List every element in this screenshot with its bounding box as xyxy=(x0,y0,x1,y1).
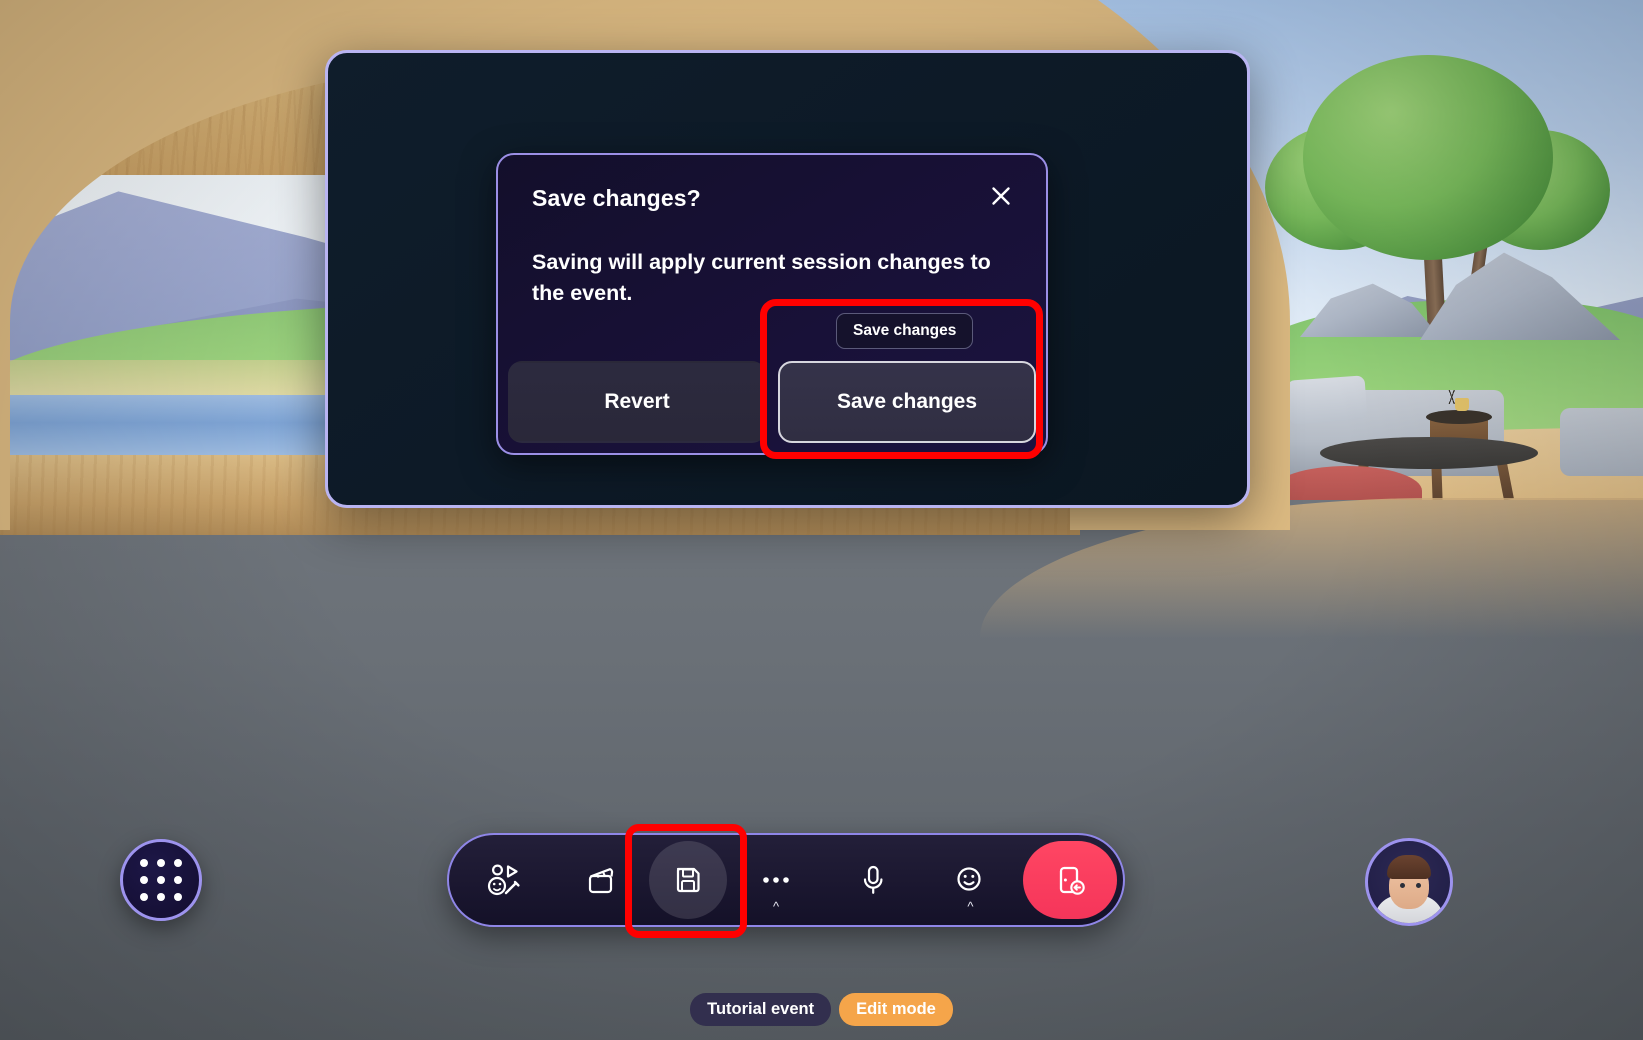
sofa-cushion xyxy=(1286,375,1368,425)
event-name-badge: Tutorial event xyxy=(690,993,832,1026)
avatar[interactable] xyxy=(1365,838,1453,926)
avatar-emoji-icon xyxy=(487,864,520,896)
avatar-eye xyxy=(1416,883,1421,888)
toolbar-more-button[interactable]: ^ xyxy=(727,841,824,919)
avatar-eye xyxy=(1400,883,1405,888)
coffee-table xyxy=(1320,437,1538,469)
apps-grid-button[interactable] xyxy=(120,839,202,921)
save-changes-button[interactable]: Save changes xyxy=(778,361,1036,443)
cup xyxy=(1455,398,1469,411)
side-table-top xyxy=(1426,410,1492,424)
toolbar-save-button[interactable] xyxy=(649,841,728,919)
avatar-hair xyxy=(1387,855,1431,879)
grid-dots-icon xyxy=(140,859,182,901)
sofa-right xyxy=(1560,408,1643,476)
immersive-toolbar: ^ ^ xyxy=(447,833,1125,927)
leave-door-icon xyxy=(1059,866,1085,895)
clapperboard-icon xyxy=(588,868,613,894)
immersive-scene: Save changes? Saving will apply current … xyxy=(0,0,1643,1040)
dialog-header: Save changes? xyxy=(532,185,1012,213)
dialog-body-text: Saving will apply current session change… xyxy=(532,250,991,306)
dialog-title: Save changes? xyxy=(532,185,701,211)
status-bar: Tutorial event Edit mode xyxy=(0,993,1643,1026)
save-changes-dialog: Save changes? Saving will apply current … xyxy=(496,153,1048,455)
ellipsis-icon xyxy=(763,877,789,883)
tree-canopy xyxy=(1303,55,1553,260)
dialog-actions: Revert Save changes xyxy=(508,361,1036,443)
toolbar-mic-button[interactable] xyxy=(825,841,922,919)
revert-button[interactable]: Revert xyxy=(508,361,766,443)
toolbar-scene-button[interactable] xyxy=(552,841,649,919)
smiley-icon xyxy=(957,867,982,891)
chevron-up-icon: ^ xyxy=(967,899,974,914)
microphone-icon xyxy=(864,865,883,894)
save-changes-tooltip: Save changes xyxy=(836,313,974,349)
toolbar-leave-button[interactable] xyxy=(1023,841,1118,919)
chevron-up-icon: ^ xyxy=(772,899,780,914)
toolbar-avatar-emoji-button[interactable] xyxy=(455,841,552,919)
floppy-save-icon xyxy=(677,867,701,893)
edit-mode-badge: Edit mode xyxy=(839,993,953,1026)
close-icon[interactable] xyxy=(984,179,1018,213)
toolbar-reactions-button[interactable]: ^ xyxy=(922,841,1019,919)
